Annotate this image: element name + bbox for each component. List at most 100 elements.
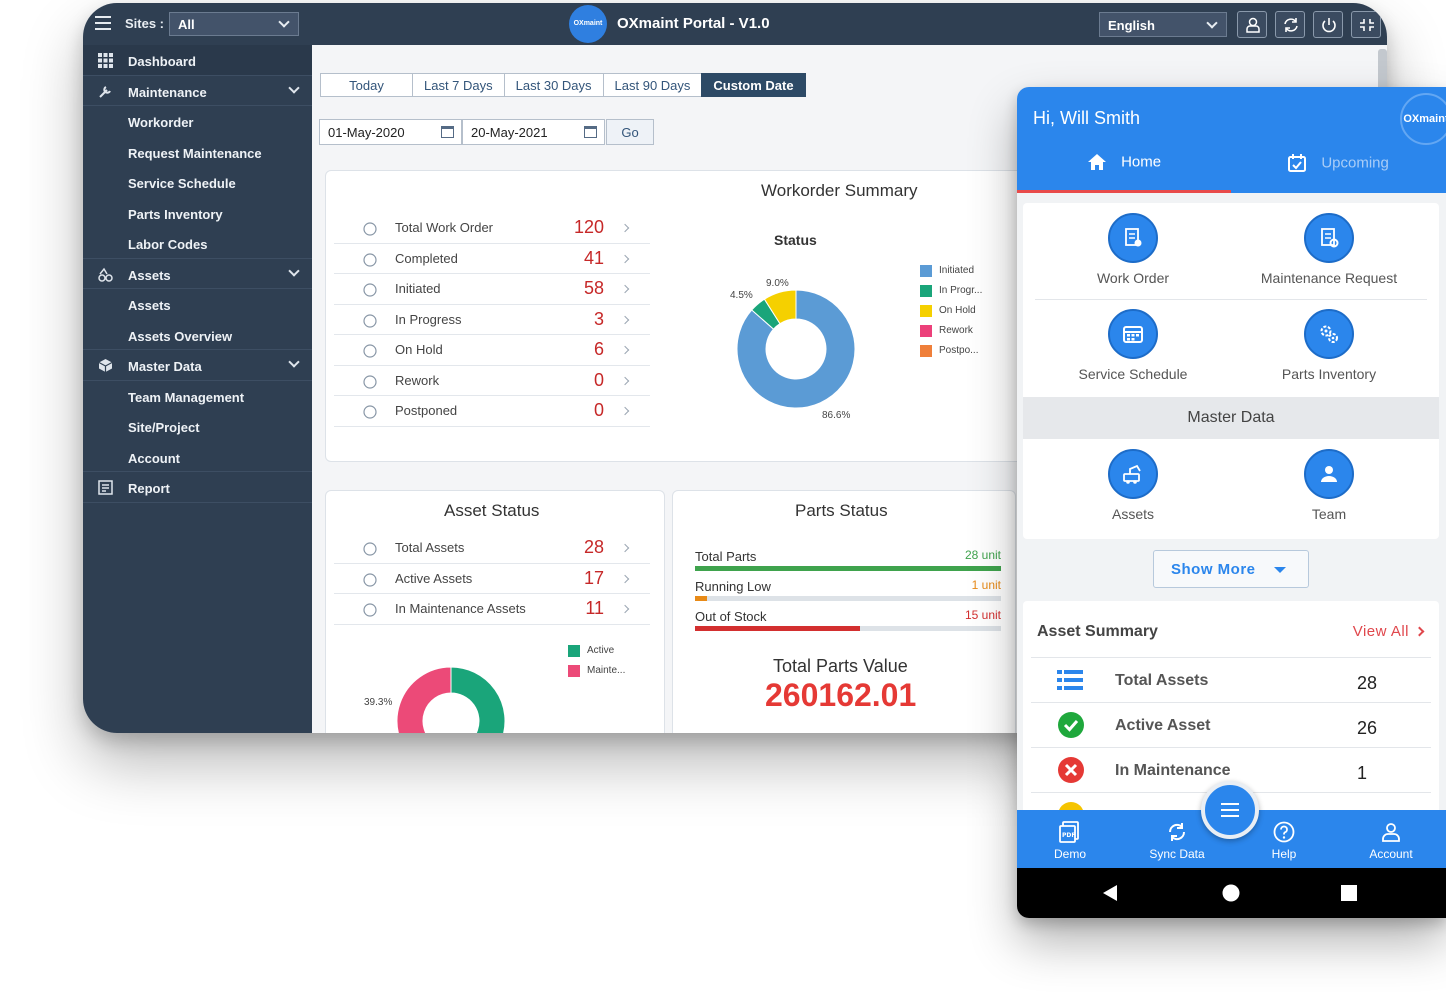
recents-icon[interactable] bbox=[1341, 885, 1357, 901]
summary-row[interactable]: Postponed 0 bbox=[334, 396, 650, 427]
chevron-right-icon[interactable] bbox=[620, 345, 630, 355]
asset-summary-row[interactable]: Active Asset 26 bbox=[1031, 702, 1431, 747]
asset-summary-row[interactable]: Total Assets 28 bbox=[1031, 657, 1431, 702]
view-all-link[interactable]: View All bbox=[1353, 623, 1409, 640]
sidebar-item-report[interactable]: Report bbox=[83, 472, 312, 503]
service-schedule-action[interactable]: Service Schedule bbox=[1033, 309, 1233, 389]
sidebar-item-assets[interactable]: Assets bbox=[83, 289, 312, 320]
power-button[interactable] bbox=[1313, 11, 1343, 38]
sidebar-item-dashboard[interactable]: Dashboard bbox=[83, 45, 312, 76]
summary-row[interactable]: In Progress 3 bbox=[334, 305, 650, 335]
nav-demo[interactable]: PDF Demo bbox=[1025, 810, 1115, 868]
nav-account[interactable]: Account bbox=[1346, 810, 1436, 868]
back-icon[interactable] bbox=[1102, 884, 1118, 902]
sidebar-item-account[interactable]: Account bbox=[83, 442, 312, 472]
chevron-right-icon[interactable] bbox=[620, 543, 630, 553]
chevron-right-icon[interactable] bbox=[620, 574, 630, 583]
calendar-icon[interactable] bbox=[584, 126, 597, 138]
chevron-right-icon[interactable] bbox=[620, 284, 630, 294]
calendar-icon[interactable] bbox=[441, 126, 454, 138]
parts-row-label: Out of Stock bbox=[695, 609, 767, 624]
sidebar-item-site-project[interactable]: Site/Project bbox=[83, 411, 312, 442]
home-circle-icon[interactable] bbox=[1221, 883, 1241, 903]
parts-inventory-action[interactable]: Parts Inventory bbox=[1229, 309, 1429, 389]
workorder-summary-title: Workorder Summary bbox=[761, 181, 918, 200]
help-icon bbox=[1273, 821, 1295, 843]
summary-row[interactable]: In Maintenance Assets 11 bbox=[334, 594, 650, 625]
chevron-right-icon[interactable] bbox=[620, 406, 630, 416]
summary-row[interactable]: Total Work Order 120 bbox=[334, 213, 650, 244]
summary-row[interactable]: Active Assets 17 bbox=[334, 564, 650, 594]
tab-custom-date[interactable]: Custom Date bbox=[701, 73, 806, 97]
maintenance-request-action[interactable]: Maintenance Request bbox=[1229, 213, 1429, 293]
to-date-input[interactable]: 20-May-2021 bbox=[462, 119, 605, 145]
sidebar-item-label: Maintenance bbox=[128, 84, 207, 100]
sidebar-item-maintenance[interactable]: Maintenance bbox=[83, 76, 312, 106]
summary-row[interactable]: Initiated 58 bbox=[334, 274, 650, 305]
sidebar-item-master-data[interactable]: Master Data bbox=[83, 350, 312, 381]
summary-row-value: 17 bbox=[583, 567, 604, 588]
chevron-right-icon[interactable] bbox=[620, 315, 630, 324]
summary-row[interactable]: Rework 0 bbox=[334, 366, 650, 396]
tab-last-7-days[interactable]: Last 7 Days bbox=[412, 73, 505, 97]
nav-help-label: Help bbox=[1271, 847, 1297, 861]
wrench-icon bbox=[363, 222, 377, 236]
gears-icon bbox=[1320, 325, 1338, 343]
tab-last-30-days[interactable]: Last 30 Days bbox=[503, 73, 604, 97]
work-order-label: Work Order bbox=[1096, 270, 1170, 286]
fab-menu-button[interactable] bbox=[1201, 781, 1259, 839]
svg-text:PDF: PDF bbox=[1062, 832, 1075, 839]
workorder-summary-card: Workorder Summary Total Work Order 120 Com… bbox=[325, 170, 1037, 462]
work-order-action[interactable]: Work Order bbox=[1033, 213, 1233, 293]
legend-swatch bbox=[568, 645, 580, 657]
summary-row[interactable]: Total Assets 28 bbox=[334, 533, 650, 564]
sidebar-item-team-management[interactable]: Team Management bbox=[83, 381, 312, 412]
sidebar-item-assets-group[interactable]: Assets bbox=[83, 259, 312, 289]
chevron-down-icon bbox=[288, 264, 300, 277]
summary-row[interactable]: On Hold 6 bbox=[334, 335, 650, 366]
chevron-right-icon[interactable] bbox=[620, 223, 630, 233]
from-date-input[interactable]: 01-May-2020 bbox=[319, 119, 462, 145]
hamburger-menu-icon[interactable] bbox=[95, 16, 111, 30]
fullscreen-exit-button[interactable] bbox=[1351, 11, 1381, 38]
chevron-right-icon[interactable] bbox=[620, 604, 630, 614]
sidebar-item-parts-inventory[interactable]: Parts Inventory bbox=[83, 198, 312, 229]
chevron-right-icon[interactable] bbox=[1414, 626, 1425, 637]
profile-button[interactable] bbox=[1237, 11, 1267, 38]
language-select[interactable]: English bbox=[1099, 12, 1227, 37]
status-label-initiated: 86.6% bbox=[822, 410, 851, 421]
refresh-icon bbox=[1284, 18, 1298, 32]
menu-icon-line bbox=[1221, 815, 1239, 817]
error-circle-icon bbox=[1058, 757, 1084, 783]
chevron-right-icon[interactable] bbox=[620, 254, 630, 263]
donut-slice[interactable] bbox=[396, 666, 452, 733]
team-action[interactable]: Team bbox=[1229, 449, 1429, 529]
sites-select[interactable]: All bbox=[169, 12, 299, 36]
go-button[interactable]: Go bbox=[606, 119, 654, 145]
tab-today[interactable]: Today bbox=[320, 73, 413, 97]
assets-icon bbox=[363, 542, 377, 556]
sidebar-item-labor-codes[interactable]: Labor Codes bbox=[83, 228, 312, 259]
tab-last-90-days[interactable]: Last 90 Days bbox=[602, 73, 703, 97]
parts-progress-track bbox=[695, 626, 1001, 631]
sidebar-item-request-maintenance[interactable]: Request Maintenance bbox=[83, 137, 312, 168]
chevron-right-icon[interactable] bbox=[620, 376, 630, 385]
assets-label: Assets bbox=[1111, 506, 1154, 522]
sidebar-item-assets-overview[interactable]: Assets Overview bbox=[83, 320, 312, 350]
tab-home[interactable]: Home bbox=[1017, 153, 1231, 193]
tab-upcoming[interactable]: Upcoming bbox=[1231, 153, 1445, 193]
compress-icon bbox=[1360, 19, 1374, 31]
sidebar-item-service-schedule[interactable]: Service Schedule bbox=[83, 167, 312, 198]
parts-status-title: Parts Status bbox=[795, 501, 888, 520]
assets-action[interactable]: Assets bbox=[1033, 449, 1233, 529]
show-more-button[interactable]: Show More bbox=[1153, 550, 1309, 588]
tab-upcoming-label: Upcoming bbox=[1321, 154, 1389, 172]
nav-sync-data-label: Sync Data bbox=[1149, 847, 1205, 861]
summary-row[interactable]: Completed 41 bbox=[334, 244, 650, 274]
summary-row-value: 120 bbox=[573, 217, 604, 237]
sidebar-item-workorder[interactable]: Workorder bbox=[83, 106, 312, 137]
sidebar-item-label: Dashboard bbox=[128, 54, 196, 69]
parts-progress-track bbox=[695, 596, 1001, 601]
refresh-button[interactable] bbox=[1275, 11, 1305, 38]
parts-row-label: Running Low bbox=[695, 579, 771, 594]
